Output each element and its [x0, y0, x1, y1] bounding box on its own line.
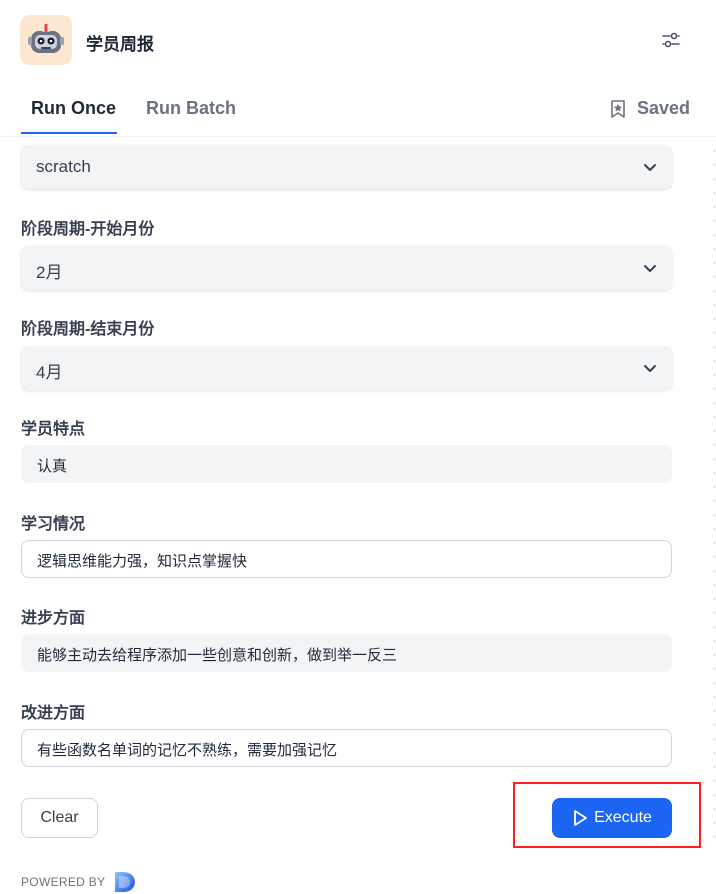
traits-label: 学员特点: [21, 421, 86, 438]
improve-input-value: 有些函数名单词的记忆不熟练，需要加强记忆: [37, 742, 338, 759]
progress-label: 进步方面: [21, 610, 86, 627]
learning-input[interactable]: 逻辑思维能力强，知识点掌握快: [21, 540, 672, 578]
learning-label: 学习情况: [21, 516, 86, 533]
dify-logo-icon: [115, 872, 136, 892]
chevron-down-icon: [644, 365, 656, 372]
active-tab-indicator: [21, 132, 117, 134]
course-select-value: scratch: [36, 157, 91, 176]
end-month-label: 阶段周期-结束月份: [21, 321, 155, 338]
course-select[interactable]: scratch: [21, 145, 672, 189]
robot-icon: [20, 15, 72, 65]
start-month-label: 阶段周期-开始月份: [21, 221, 155, 238]
clear-button[interactable]: Clear: [21, 798, 98, 838]
traits-input-value: 认真: [37, 458, 68, 475]
app-title: 学员周报: [86, 35, 154, 54]
scroll-edge-divider: [714, 150, 715, 850]
bookmark-star-icon: [611, 99, 625, 118]
execute-button[interactable]: Execute: [552, 798, 672, 838]
progress-input-value: 能够主动去给程序添加一些创意和创新，做到举一反三: [37, 647, 398, 664]
progress-input[interactable]: 能够主动去给程序添加一些创意和创新，做到举一反三: [21, 634, 672, 672]
improve-input[interactable]: 有些函数名单词的记忆不熟练，需要加强记忆: [21, 729, 672, 767]
chevron-down-icon: [644, 164, 656, 171]
end-month-value: 4月: [36, 363, 63, 382]
learning-input-value: 逻辑思维能力强，知识点掌握快: [37, 553, 248, 570]
app-page: 学员周报 Run Once Run Batch Saved scratch 阶段…: [0, 0, 716, 894]
execute-label: Execute: [594, 809, 652, 826]
traits-input[interactable]: 认真: [21, 445, 672, 483]
powered-by-label: POWERED BY: [21, 875, 106, 889]
saved-label: Saved: [637, 98, 691, 118]
improve-label: 改进方面: [21, 705, 86, 722]
settings-sliders-icon[interactable]: [659, 28, 683, 52]
powered-by: POWERED BY: [21, 870, 137, 894]
start-month-select[interactable]: 2月: [21, 246, 672, 290]
tab-bar: Run Once Run Batch Saved: [0, 88, 716, 137]
header: 学员周报: [0, 0, 716, 82]
chevron-down-icon: [644, 265, 656, 272]
end-month-select[interactable]: 4月: [21, 346, 672, 390]
tab-run-once[interactable]: Run Once: [31, 98, 116, 119]
start-month-value: 2月: [36, 263, 63, 282]
play-icon: [574, 810, 587, 826]
tab-run-batch[interactable]: Run Batch: [146, 98, 236, 119]
saved-button[interactable]: Saved: [609, 98, 690, 119]
